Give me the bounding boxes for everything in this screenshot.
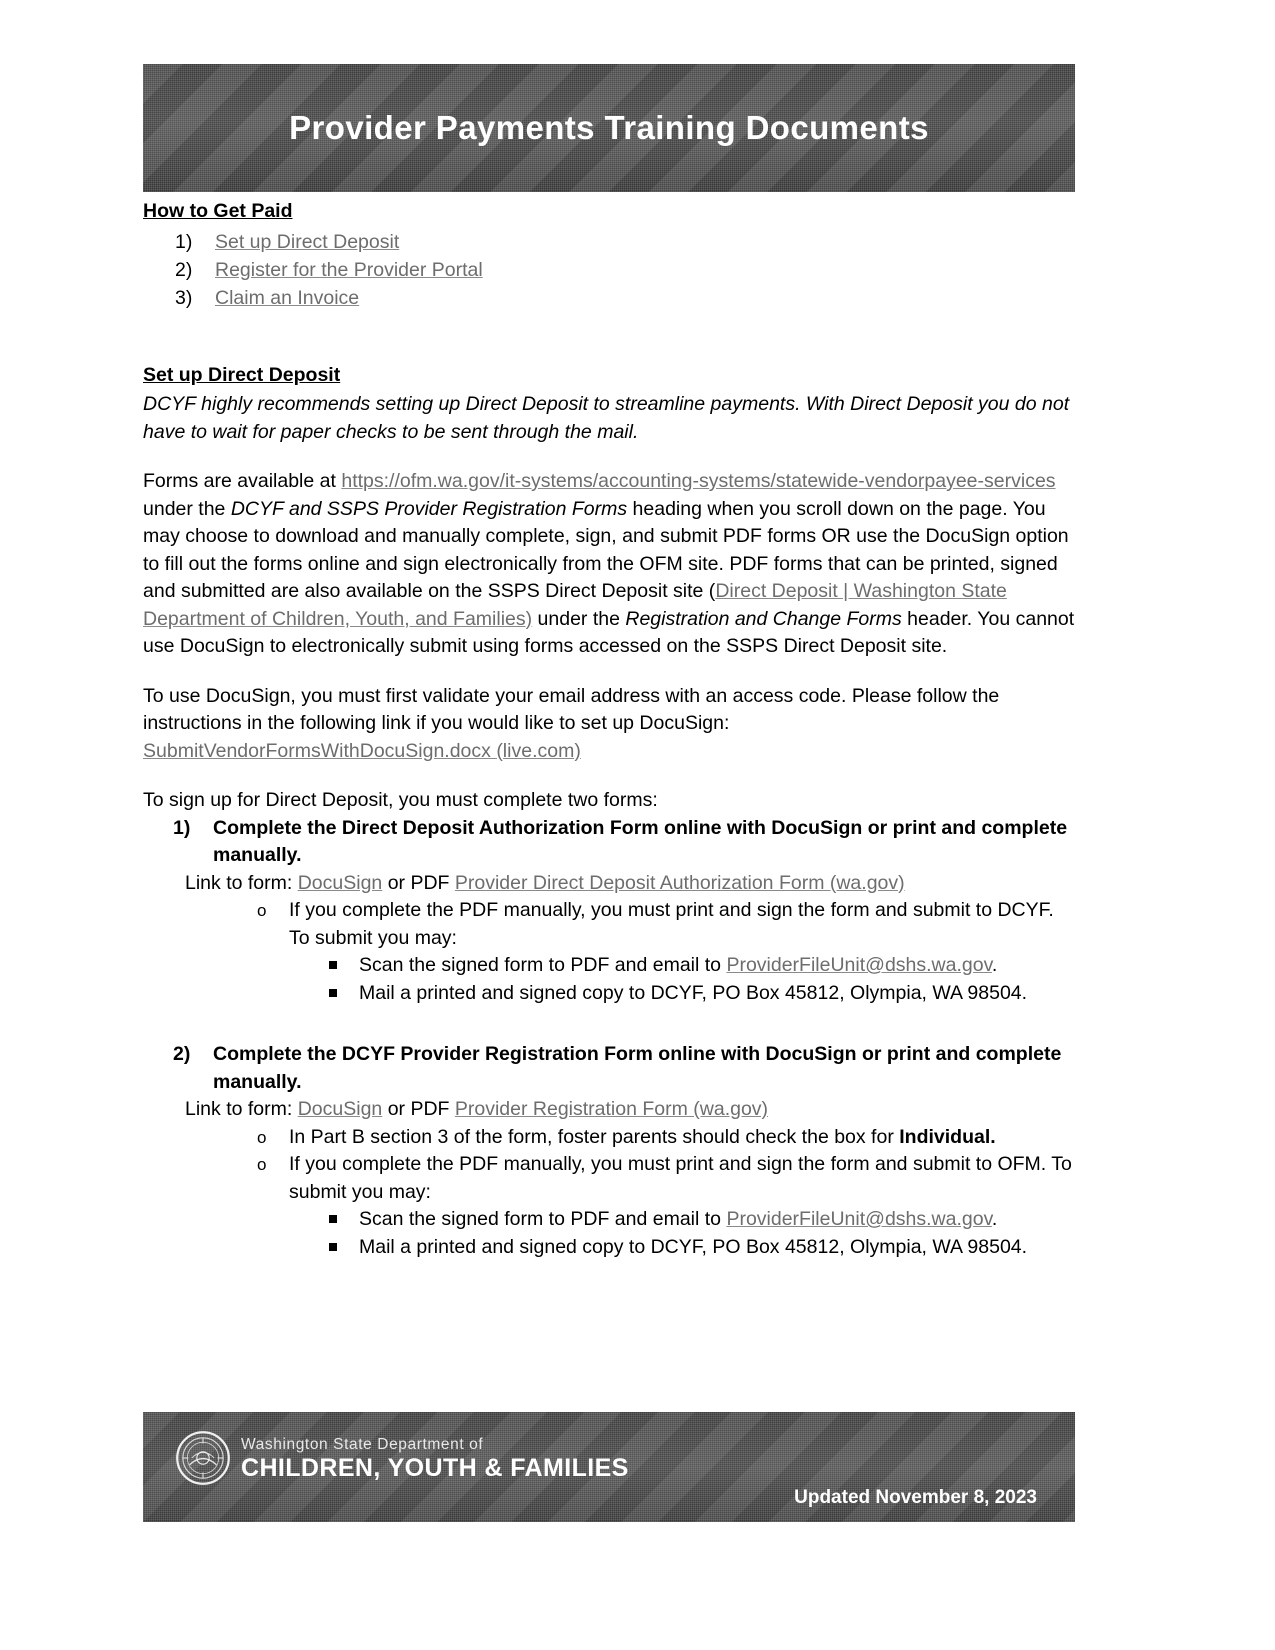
page-title: Provider Payments Training Documents bbox=[289, 109, 929, 146]
link-docusign-form-2[interactable]: DocuSign bbox=[298, 1098, 383, 1120]
footer-text-group: Washington State Department of CHILDREN,… bbox=[241, 1435, 629, 1482]
docusign-text: To use DocuSign, you must first validate… bbox=[143, 684, 1000, 735]
wa-state-seal-icon bbox=[176, 1431, 230, 1485]
link-provider-file-unit-email-1[interactable]: ProviderFileUnit@dshs.wa.gov bbox=[726, 954, 991, 976]
footer-logo-group: Washington State Department of CHILDREN,… bbox=[175, 1430, 629, 1486]
square-bullet-lead: Mail a printed and signed copy to DCYF, … bbox=[359, 1235, 1028, 1258]
form-title-row: 1) Complete the Direct Deposit Authoriza… bbox=[143, 815, 1075, 870]
form-item-2: 2) Complete the DCYF Provider Registrati… bbox=[143, 1041, 1075, 1261]
link-pdf-provider-registration-form[interactable]: Provider Registration Form (wa.gov) bbox=[455, 1098, 768, 1120]
list-item: 1) Set up Direct Deposit bbox=[175, 228, 1075, 256]
form-2-square-bullets: Scan the signed form to PDF and email to… bbox=[143, 1206, 1075, 1261]
list-number: 3) bbox=[175, 287, 193, 309]
square-bullet-lead: Scan the signed form to PDF and email to bbox=[359, 1208, 727, 1230]
document-body: How to Get Paid 1) Set up Direct Deposit… bbox=[143, 198, 1075, 1261]
link-line-lead: Link to form: bbox=[185, 871, 298, 894]
link-line-mid: or PDF bbox=[382, 871, 455, 894]
bullet-marker-square bbox=[329, 1242, 337, 1251]
form-number: 1) bbox=[173, 816, 191, 839]
spacer-between-forms bbox=[143, 1007, 1075, 1041]
square-bullet: Scan the signed form to PDF and email to… bbox=[325, 952, 1075, 980]
list-number: 2) bbox=[175, 259, 193, 281]
form-number: 2) bbox=[173, 1043, 191, 1065]
dept-large-label: CHILDREN, YOUTH & FAMILIES bbox=[241, 1453, 629, 1482]
square-bullet-lead: Mail a printed and signed copy to DCYF, … bbox=[359, 981, 1028, 1004]
sub-bullet: o In Part B section 3 of the form, foste… bbox=[253, 1124, 1075, 1152]
docusign-paragraph: To use DocuSign, you must first validate… bbox=[143, 683, 1075, 738]
form-link-line: Link to form: DocuSign or PDF Provider D… bbox=[143, 870, 1075, 898]
form-title-row: 2) Complete the DCYF Provider Registrati… bbox=[143, 1041, 1075, 1096]
bullet-marker-o: o bbox=[257, 1127, 267, 1147]
sub-bullet-text: If you complete the PDF manually, you mu… bbox=[289, 1153, 1072, 1203]
square-bullet-tail: . bbox=[991, 954, 998, 976]
heading-set-up-direct-deposit: Set up Direct Deposit bbox=[143, 364, 341, 386]
bullet-marker-o: o bbox=[257, 901, 267, 920]
link-set-up-direct-deposit[interactable]: Set up Direct Deposit bbox=[215, 228, 399, 256]
how-to-get-paid-list: 1) Set up Direct Deposit 2) Register for… bbox=[143, 228, 1075, 312]
sub-bullet-bold-tail: Individual. bbox=[899, 1125, 996, 1148]
form-1-sub-bullets: o If you complete the PDF manually, you … bbox=[143, 897, 1075, 952]
signup-lead-text: To sign up for Direct Deposit, you must … bbox=[143, 789, 658, 811]
form-2-sub-bullets: o In Part B section 3 of the form, foste… bbox=[143, 1124, 1075, 1207]
intro-paragraph: DCYF highly recommends setting up Direct… bbox=[143, 393, 1070, 443]
document-page: Provider Payments Training Documents How… bbox=[0, 0, 1275, 1650]
updated-date: Updated November 8, 2023 bbox=[794, 1487, 1037, 1508]
square-bullet-lead: Scan the signed form to PDF and email to bbox=[359, 954, 727, 976]
forms-list: 1) Complete the Direct Deposit Authoriza… bbox=[143, 815, 1075, 1262]
dept-small-label: Washington State Department of bbox=[241, 1435, 484, 1453]
para-lead: Forms are available at bbox=[143, 470, 342, 492]
square-bullet: Mail a printed and signed copy to DCYF, … bbox=[325, 980, 1075, 1008]
link-line-mid: or PDF bbox=[382, 1098, 455, 1120]
emphasis-dcyf-ssps-forms: DCYF and SSPS Provider Registration Form… bbox=[230, 497, 628, 520]
square-bullet: Mail a printed and signed copy to DCYF, … bbox=[325, 1234, 1075, 1262]
square-bullet-tail: . bbox=[991, 1208, 998, 1230]
list-item: 2) Register for the Provider Portal bbox=[175, 256, 1075, 284]
emphasis-registration-change-forms: Registration and Change Forms bbox=[625, 607, 902, 630]
link-register-provider-portal[interactable]: Register for the Provider Portal bbox=[215, 256, 483, 284]
link-line-lead: Link to form: bbox=[185, 1098, 298, 1120]
link-pdf-direct-deposit-auth-form[interactable]: Provider Direct Deposit Authorization Fo… bbox=[455, 872, 905, 894]
sub-bullet: o If you complete the PDF manually, you … bbox=[253, 1151, 1075, 1206]
para-mid-2: under the bbox=[532, 607, 626, 630]
bullet-marker-square bbox=[329, 988, 337, 997]
link-submit-vendor-forms-docusign[interactable]: SubmitVendorFormsWithDocuSign.docx (live… bbox=[143, 740, 581, 762]
list-number: 1) bbox=[175, 231, 193, 253]
link-docusign-form-1[interactable]: DocuSign bbox=[298, 872, 383, 894]
heading-how-to-get-paid: How to Get Paid bbox=[143, 200, 293, 222]
link-claim-an-invoice[interactable]: Claim an Invoice bbox=[215, 284, 359, 312]
sub-bullet-text: If you complete the PDF manually, you mu… bbox=[289, 899, 1054, 949]
sub-bullet: o If you complete the PDF manually, you … bbox=[253, 897, 1075, 952]
form-link-line: Link to form: DocuSign or PDF Provider R… bbox=[143, 1096, 1075, 1124]
list-item: 3) Claim an Invoice bbox=[175, 284, 1075, 312]
para-after-url: under the bbox=[143, 497, 231, 520]
square-bullet: Scan the signed form to PDF and email to… bbox=[325, 1206, 1075, 1234]
link-provider-file-unit-email-2[interactable]: ProviderFileUnit@dshs.wa.gov bbox=[726, 1208, 991, 1230]
header-banner: Provider Payments Training Documents bbox=[143, 64, 1075, 192]
bullet-marker-o: o bbox=[257, 1155, 267, 1174]
form-item-1: 1) Complete the Direct Deposit Authoriza… bbox=[143, 815, 1075, 1008]
form-1-square-bullets: Scan the signed form to PDF and email to… bbox=[143, 952, 1075, 1007]
footer-banner: Washington State Department of CHILDREN,… bbox=[143, 1412, 1075, 1522]
forms-available-paragraph: Forms are available at https://ofm.wa.go… bbox=[143, 468, 1075, 661]
docusign-link-line: SubmitVendorFormsWithDocuSign.docx (live… bbox=[143, 738, 1075, 766]
link-ofm-vendor-payee-services[interactable]: https://ofm.wa.gov/it-systems/accounting… bbox=[341, 470, 1055, 492]
bullet-marker-square bbox=[329, 961, 337, 969]
sub-bullet-text: In Part B section 3 of the form, foster … bbox=[289, 1125, 900, 1148]
form-title: Complete the DCYF Provider Registration … bbox=[213, 1043, 1062, 1093]
form-title: Complete the Direct Deposit Authorizatio… bbox=[213, 816, 1068, 867]
bullet-marker-square bbox=[329, 1215, 337, 1223]
